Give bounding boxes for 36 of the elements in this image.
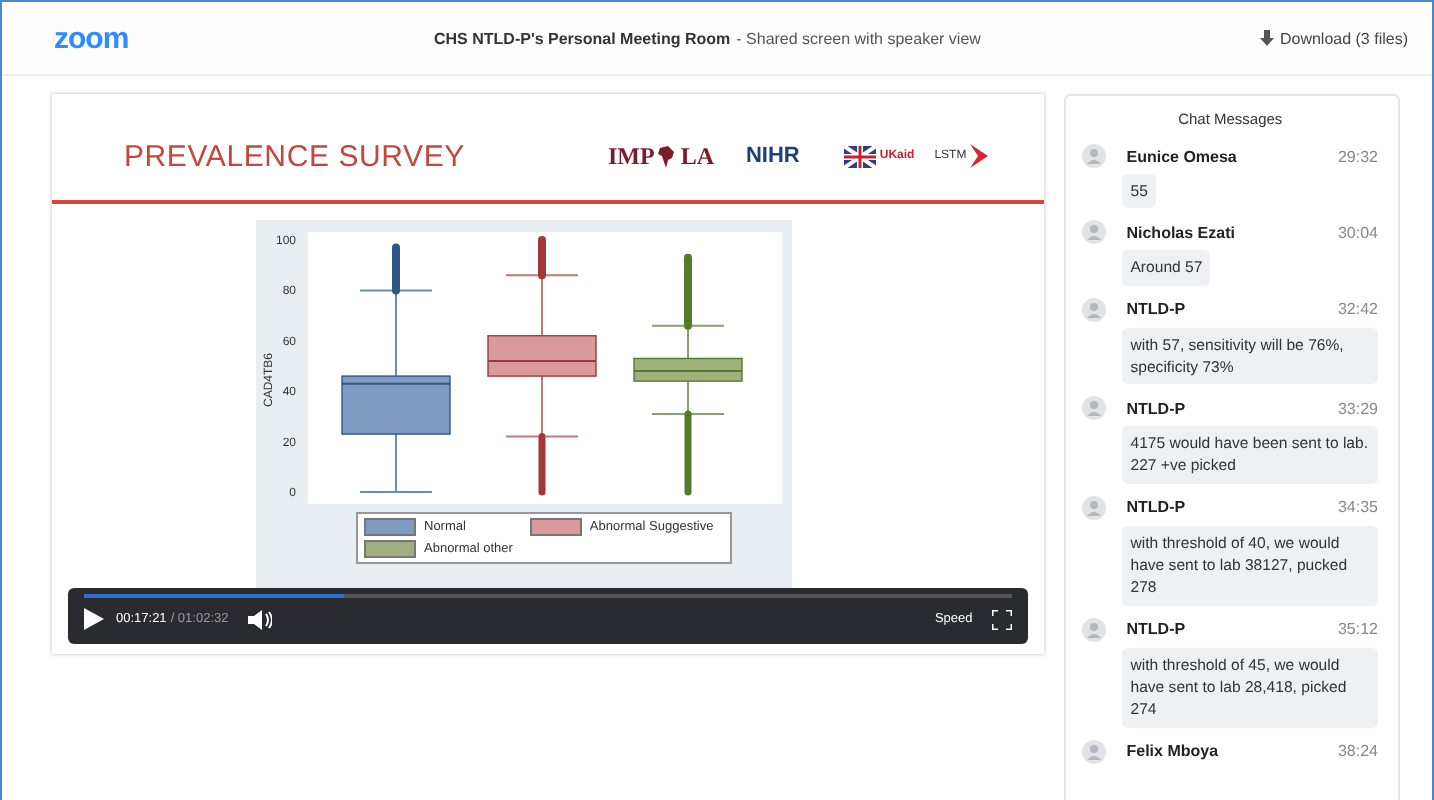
sender-name: Nicholas Ezati	[1126, 223, 1237, 242]
download-icon	[1259, 29, 1274, 47]
zoom-logo: zoom	[54, 21, 131, 55]
meeting-subtitle: - Shared screen with speaker view	[736, 29, 981, 47]
sender-name: NTLD-P	[1126, 399, 1188, 418]
download-button[interactable]: Download (3 files)	[1259, 29, 1408, 47]
flag-icon	[843, 145, 876, 167]
sender-name: NTLD-P	[1126, 620, 1188, 639]
meeting-title: CHS NTLD-P's Personal Meeting Room	[434, 29, 731, 47]
avatar-icon	[1082, 739, 1107, 764]
message-time: 34:35	[1337, 498, 1378, 517]
avatar-icon	[1082, 297, 1107, 322]
avatar-icon	[1082, 144, 1107, 168]
message-time: 32:42	[1337, 300, 1378, 319]
slide-title: PREVALENCE SURVEY	[124, 139, 465, 173]
fullscreen-icon[interactable]	[992, 609, 1013, 629]
avatar-icon	[1082, 617, 1107, 642]
logo-text: IMP	[607, 141, 655, 171]
message-time: 33:29	[1337, 399, 1378, 418]
message-time: 30:04	[1337, 223, 1378, 242]
sender-name: NTLD-P	[1126, 300, 1188, 319]
sender-name: NTLD-P	[1126, 498, 1188, 517]
avatar-icon	[1082, 495, 1107, 520]
message-time: 38:24	[1337, 742, 1378, 761]
africa-icon	[658, 145, 677, 167]
sender-name: Eunice Omesa	[1126, 147, 1239, 165]
avatar-icon	[1082, 396, 1107, 421]
message-time: 29:32	[1337, 147, 1378, 165]
play-icon[interactable]	[84, 608, 104, 630]
volume-icon[interactable]	[248, 609, 273, 629]
logo-text: LA	[680, 141, 714, 171]
avatar-icon	[1082, 220, 1107, 245]
logo-text: NIHR	[745, 144, 800, 168]
chevron-icon	[970, 144, 989, 168]
sender-name: Felix Mboya	[1126, 742, 1221, 761]
message-time: 35:12	[1337, 620, 1378, 639]
